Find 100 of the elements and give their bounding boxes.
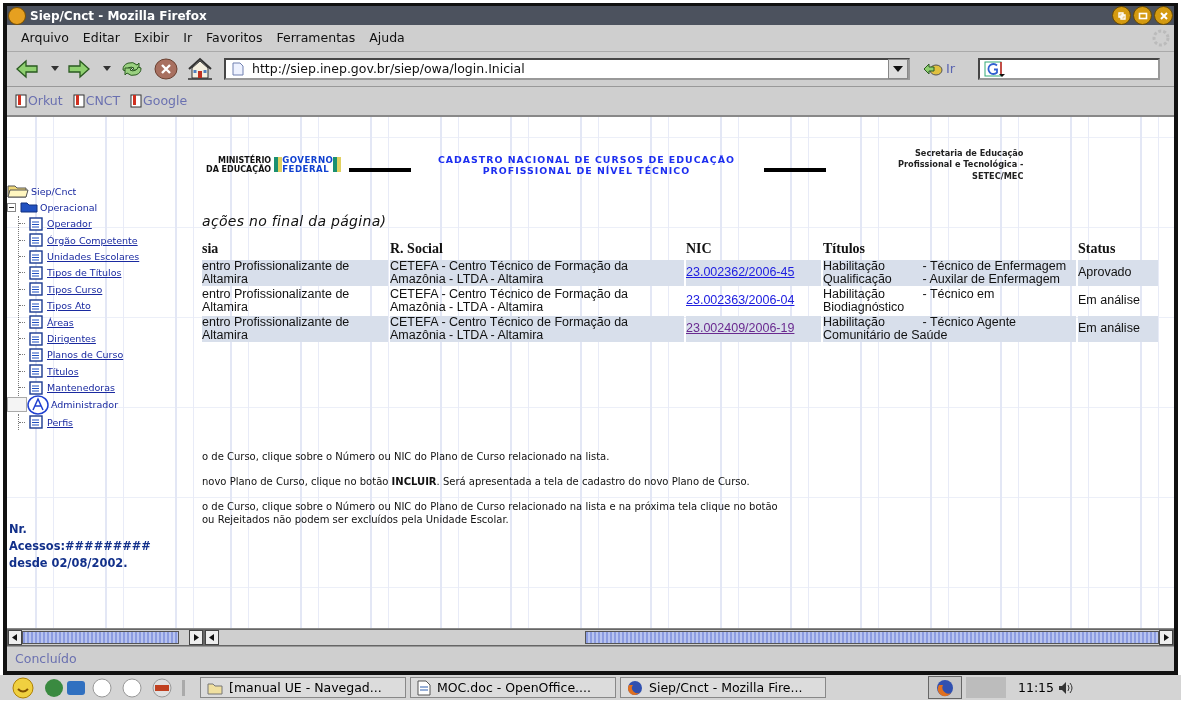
forward-arrow-icon[interactable] xyxy=(67,58,91,79)
menu-item[interactable]: Editar xyxy=(74,30,126,46)
close-button[interactable] xyxy=(1154,6,1173,25)
document-icon xyxy=(29,282,43,297)
title-text: Habilitação - Técnico em Biodiagnóstico xyxy=(823,287,996,314)
bookmark-icon xyxy=(72,93,85,108)
close-icon xyxy=(1158,10,1169,21)
scroll-right-icon[interactable] xyxy=(189,630,203,645)
home-icon[interactable] xyxy=(187,56,213,81)
document-icon xyxy=(29,233,43,248)
document-icon xyxy=(29,415,43,430)
menu-item[interactable]: Ajuda xyxy=(361,30,411,46)
tree-link[interactable]: Operador xyxy=(45,218,92,230)
menu-item[interactable]: Exibir xyxy=(125,30,176,46)
tray-slot xyxy=(966,677,1006,698)
dropdown-caret-icon[interactable] xyxy=(103,66,111,72)
document-icon xyxy=(29,380,43,395)
taskbar-button[interactable]: [manual UE - Navegad... xyxy=(200,677,406,698)
tree-link[interactable]: Mantenedoras xyxy=(45,382,115,394)
column-header: R. Social xyxy=(390,239,444,258)
open-folder-icon xyxy=(7,184,29,199)
document-icon xyxy=(29,315,43,330)
document-icon xyxy=(29,298,43,313)
menu-item[interactable]: Favoritos xyxy=(198,30,269,46)
instruction-text: ou Rejeitados não podem ser excluídos pela Unidade Escolar. xyxy=(202,512,510,526)
minimize-button[interactable] xyxy=(1112,6,1131,25)
ministry-logo-text: MINISTÉRIO DA EDUCAÇÃO xyxy=(206,155,272,174)
title-text: Habilitação - Técnico Agente Comunitário de Saúde xyxy=(823,315,1018,342)
tree-link[interactable]: Tipos Curso xyxy=(45,283,103,295)
document-icon xyxy=(417,679,431,696)
table-cell: CETEFA - Centro Técnico de Formação da Amazônia - LTDA - Altamira xyxy=(390,315,684,342)
taskbar-button[interactable]: Siep/Cnct - Mozilla Fire... xyxy=(620,677,826,698)
horizontal-scrollbar[interactable] xyxy=(7,629,204,646)
table-cell-text: CETEFA - Centro Técnico de Formação da Amazônia - LTDA - Altamira xyxy=(390,287,630,314)
nic-link[interactable]: 23.002363/2006-04 xyxy=(686,293,795,308)
history-dropdown-button[interactable] xyxy=(888,58,908,79)
title-text: Qualificação - Auxilar de Enfermagem xyxy=(823,272,1061,286)
instruction-text: novo Plano de Curso, clique no botão INCLUIR. Será apresentada a tela de cadastro do novo Plano de Curso. xyxy=(202,474,751,488)
folder-icon xyxy=(20,201,38,214)
restore-icon xyxy=(1116,10,1127,21)
table-cell: Aprovado xyxy=(1078,259,1158,286)
note-text: ações no final da página) xyxy=(202,212,388,231)
tree-link[interactable]: Órgão Competente xyxy=(45,234,138,246)
secretariat-text: Secretaria de Educação Profissional e Tecnológica - SETEC/MEC xyxy=(897,147,1024,183)
table-cell-text: Em análise xyxy=(1078,292,1141,310)
document-icon xyxy=(29,347,43,362)
dropdown-caret-icon[interactable] xyxy=(51,66,59,72)
tree-label[interactable]: Administrador xyxy=(51,399,119,411)
document-icon xyxy=(29,216,43,231)
document-icon xyxy=(29,249,43,264)
letter-a-circle-icon xyxy=(27,394,49,415)
back-arrow-icon[interactable] xyxy=(15,58,39,79)
tree-label[interactable]: Siep/Cnct xyxy=(31,185,77,197)
table-cell: Em análise xyxy=(1078,315,1158,342)
tree-link[interactable]: Unidades Escolares xyxy=(45,251,140,263)
folder-icon xyxy=(207,680,223,695)
google-search-icon[interactable] xyxy=(984,60,1007,77)
window-title: Siep/Cnct - Mozilla Firefox xyxy=(30,8,208,23)
instruction-text: o de Curso, clique sobre o Número ou NIC do Plano de Curso relacionado na lista. xyxy=(202,449,611,463)
column-header: Títulos xyxy=(823,239,866,258)
tree-link[interactable]: Áreas xyxy=(45,316,74,328)
search-field[interactable] xyxy=(978,57,1161,80)
document-icon xyxy=(29,364,43,379)
government-logo: GOVERNO FEDERAL xyxy=(274,156,342,174)
page-icon xyxy=(232,61,244,76)
menu-item[interactable]: Ferramentas xyxy=(268,30,362,46)
address-field[interactable]: http://siep.inep.gov.br/siep/owa/login.Inicial xyxy=(224,57,910,80)
tree-link[interactable]: Tipos Ato xyxy=(45,300,91,312)
menu-item[interactable]: Ir xyxy=(175,30,199,46)
document-icon xyxy=(29,266,43,280)
globe-icon xyxy=(627,679,643,696)
maximize-button[interactable] xyxy=(1133,6,1152,25)
bookmark-icon xyxy=(130,93,143,108)
page-heading: CADASTRO NACIONAL DE CURSOS DE EDUCAÇÃO PROFISSIONAL DE NÍVEL TÉCNICO xyxy=(436,153,736,176)
column-header: Status xyxy=(1078,239,1117,258)
tree-link[interactable]: Títulos xyxy=(45,365,79,377)
tray-button[interactable] xyxy=(928,676,962,699)
taskbar-button[interactable]: MOC.doc - OpenOffice.... xyxy=(410,677,616,698)
tree-link[interactable]: Tipos de Títulos xyxy=(45,267,122,279)
tree-link[interactable]: Planos de Curso xyxy=(45,349,124,361)
document-icon xyxy=(29,331,43,346)
collapse-toggle[interactable] xyxy=(7,202,16,212)
stop-icon[interactable] xyxy=(154,57,178,80)
bookmark-icon xyxy=(15,93,27,108)
globe-icon xyxy=(936,678,954,697)
column-header: NIC xyxy=(686,239,713,258)
tree-label[interactable]: Operacional xyxy=(40,201,98,213)
volume-icon[interactable] xyxy=(1058,680,1075,695)
table-cell: entro Profissionalizante de Altamira xyxy=(202,315,388,342)
scroll-left-icon[interactable] xyxy=(205,630,219,645)
column-header: sia xyxy=(202,239,220,258)
scroll-right-icon[interactable] xyxy=(1159,630,1173,645)
tree-link[interactable]: Perfis xyxy=(45,416,74,428)
menu-item[interactable]: Arquivo xyxy=(13,30,75,46)
window-menu-icon[interactable] xyxy=(8,6,26,25)
horizontal-scrollbar[interactable] xyxy=(204,629,1174,646)
scroll-left-icon[interactable] xyxy=(8,630,22,645)
clock: 11:15 xyxy=(1018,680,1055,695)
maximize-icon xyxy=(1137,10,1148,21)
tree-link[interactable]: Dirigentes xyxy=(45,333,96,345)
